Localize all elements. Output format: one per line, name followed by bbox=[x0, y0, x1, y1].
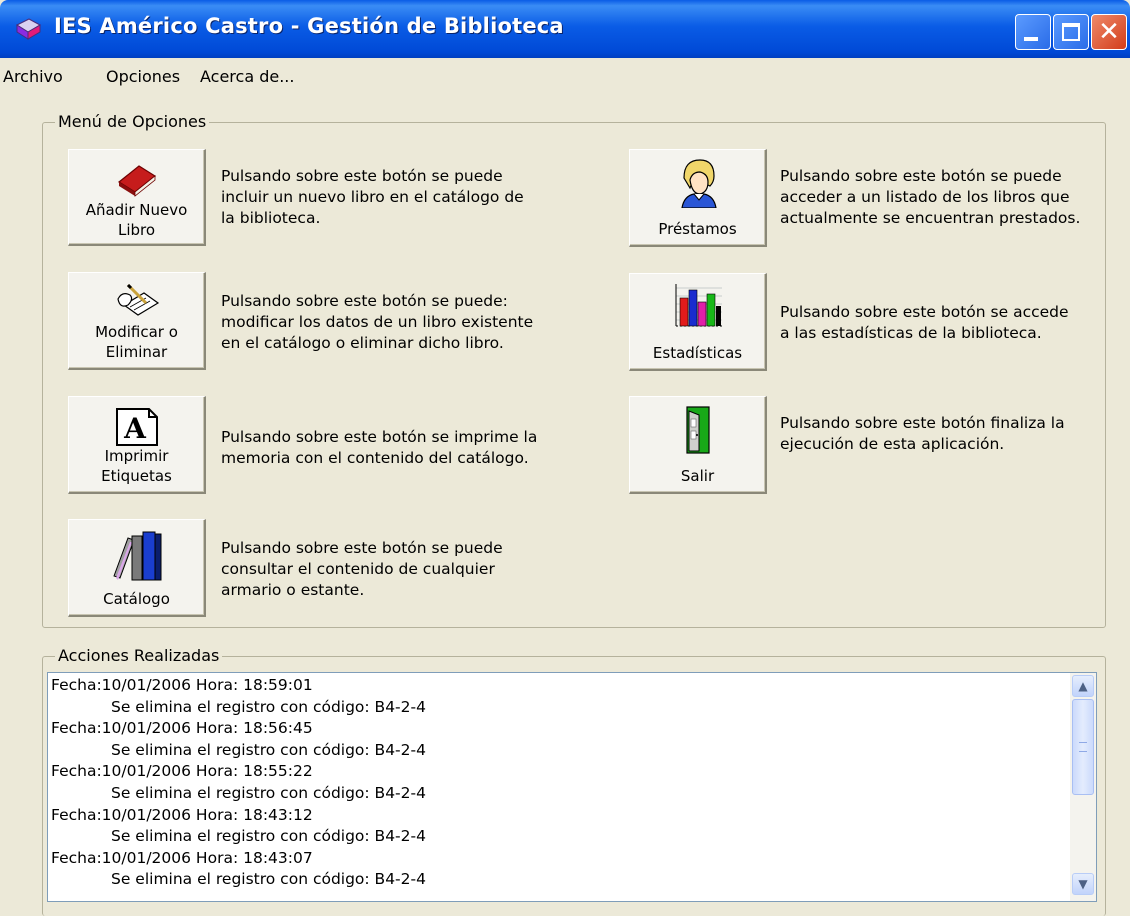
log-action-line: Se elimina el registro con código: B4-2-… bbox=[111, 870, 426, 889]
letter-a-page-icon: A bbox=[115, 408, 158, 446]
scroll-down-button[interactable]: ▼ bbox=[1072, 873, 1094, 895]
exit-desc-line: Pulsando sobre este botón finaliza la bbox=[780, 414, 1065, 432]
chevron-down-icon: ▼ bbox=[1078, 877, 1088, 891]
log-action-line: Se elimina el registro con código: B4-2-… bbox=[111, 697, 426, 716]
statistics-desc-line: a las estadísticas de la biblioteca. bbox=[780, 324, 1042, 342]
door-icon bbox=[685, 406, 710, 454]
loans-description: Pulsando sobre este botón se puede acced… bbox=[780, 166, 1106, 229]
log-action-line: Se elimina el registro con código: B4-2-… bbox=[111, 740, 426, 759]
add-book-button[interactable]: Añadir Nuevo Libro bbox=[68, 149, 206, 246]
modify-description: Pulsando sobre este botón se puede: modi… bbox=[221, 291, 561, 354]
exit-button[interactable]: Salir bbox=[629, 396, 767, 494]
catalog-description: Pulsando sobre este botón se puede consu… bbox=[221, 538, 561, 601]
statistics-desc-line: Pulsando sobre este botón se accede bbox=[780, 303, 1069, 321]
actions-group-title: Acciones Realizadas bbox=[55, 646, 223, 665]
minimize-icon bbox=[1024, 37, 1038, 41]
red-book-icon bbox=[117, 165, 156, 197]
loans-desc-line: acceder a un listado de los libros que bbox=[780, 188, 1070, 206]
catalog-button[interactable]: Catálogo bbox=[68, 519, 206, 617]
menu-opciones[interactable]: Opciones bbox=[106, 67, 180, 86]
title-bar[interactable]: IES Américo Castro - Gestión de Bibliote… bbox=[0, 0, 1130, 58]
window-title: IES Américo Castro - Gestión de Bibliote… bbox=[54, 14, 564, 38]
loans-label: Préstamos bbox=[658, 220, 737, 238]
page-letter: A bbox=[123, 412, 147, 445]
log-date-line: Fecha:10/01/2006 Hora: 18:55:22 bbox=[51, 762, 313, 781]
chevron-up-icon: ▲ bbox=[1078, 679, 1088, 693]
log-lines: Fecha:10/01/2006 Hora: 18:59:01 Se elimi… bbox=[51, 675, 426, 891]
print-labels-button[interactable]: A Imprimir Etiquetas bbox=[68, 396, 206, 494]
modify-label-line2: Eliminar bbox=[105, 343, 168, 361]
exit-desc-line: ejecución de esta aplicación. bbox=[780, 435, 1005, 453]
bar-chart-icon bbox=[675, 284, 722, 327]
options-group-title: Menú de Opciones bbox=[55, 112, 210, 131]
log-scrollbar[interactable]: ▲ ▼ bbox=[1070, 673, 1096, 901]
person-icon bbox=[680, 159, 717, 208]
add-book-desc-line: Pulsando sobre este botón se puede bbox=[221, 167, 503, 185]
exit-label: Salir bbox=[680, 467, 715, 485]
log-date-line: Fecha:10/01/2006 Hora: 18:56:45 bbox=[51, 719, 313, 738]
log-date-line: Fecha:10/01/2006 Hora: 18:43:07 bbox=[51, 848, 313, 867]
minimize-button[interactable] bbox=[1015, 14, 1051, 50]
print-description: Pulsando sobre este botón se imprime la … bbox=[221, 427, 561, 469]
menu-archivo[interactable]: Archivo bbox=[3, 67, 63, 86]
print-label-line1: Imprimir bbox=[104, 447, 169, 465]
log-action-line: Se elimina el registro con código: B4-2-… bbox=[111, 827, 426, 846]
menu-bar: Archivo Opciones Acerca de... bbox=[0, 58, 1130, 96]
maximize-button[interactable] bbox=[1053, 14, 1089, 50]
print-desc-line: Pulsando sobre este botón se imprime la bbox=[221, 428, 538, 446]
modify-desc-line: modificar los datos de un libro existent… bbox=[221, 313, 534, 331]
scroll-up-button[interactable]: ▲ bbox=[1072, 675, 1094, 697]
catalog-desc-line: consultar el contenido de cualquier bbox=[221, 560, 495, 578]
close-button[interactable]: ✕ bbox=[1091, 14, 1127, 50]
add-book-description: Pulsando sobre este botón se puede inclu… bbox=[221, 166, 561, 229]
modify-label-line1: Modificar o bbox=[95, 323, 178, 341]
catalog-desc-line: Pulsando sobre este botón se puede bbox=[221, 539, 503, 557]
exit-description: Pulsando sobre este botón finaliza la ej… bbox=[780, 413, 1106, 455]
print-label-line2: Etiquetas bbox=[101, 467, 172, 485]
add-book-label-line1: Añadir Nuevo bbox=[85, 201, 188, 219]
statistics-label: Estadísticas bbox=[652, 344, 743, 362]
scroll-thumb[interactable] bbox=[1072, 699, 1094, 795]
books-icon bbox=[112, 531, 161, 581]
log-date-line: Fecha:10/01/2006 Hora: 18:59:01 bbox=[51, 676, 313, 694]
loans-button[interactable]: Préstamos bbox=[629, 149, 767, 247]
modify-delete-button[interactable]: Modificar o Eliminar bbox=[68, 272, 206, 370]
catalog-label: Catálogo bbox=[103, 590, 170, 608]
statistics-button[interactable]: Estadísticas bbox=[629, 273, 767, 371]
loans-desc-line: actualmente se encuentran prestados. bbox=[780, 209, 1081, 227]
add-book-desc-line: incluir un nuevo libro en el catálogo de bbox=[221, 188, 524, 206]
log-action-line: Se elimina el registro con código: B4-2-… bbox=[111, 783, 426, 802]
loans-desc-line: Pulsando sobre este botón se puede bbox=[780, 167, 1062, 185]
log-date-line: Fecha:10/01/2006 Hora: 18:43:12 bbox=[51, 805, 313, 824]
close-icon: ✕ bbox=[1098, 17, 1120, 47]
writing-hand-icon bbox=[116, 283, 159, 316]
statistics-description: Pulsando sobre este botón se accede a la… bbox=[780, 302, 1106, 344]
book-app-icon bbox=[15, 18, 42, 40]
add-book-label-line2: Libro bbox=[117, 221, 156, 239]
menu-acerca-de[interactable]: Acerca de... bbox=[200, 67, 294, 86]
grip-icon bbox=[1079, 742, 1087, 752]
modify-desc-line: en el catálogo o eliminar dicho libro. bbox=[221, 334, 504, 352]
modify-desc-line: Pulsando sobre este botón se puede: bbox=[221, 292, 508, 310]
print-desc-line: memoria con el contenido del catálogo. bbox=[221, 449, 529, 467]
actions-log[interactable]: Fecha:10/01/2006 Hora: 18:59:01 Se elimi… bbox=[47, 672, 1097, 902]
add-book-desc-line: la biblioteca. bbox=[221, 209, 321, 227]
catalog-desc-line: armario o estante. bbox=[221, 581, 365, 599]
maximize-icon bbox=[1062, 23, 1080, 41]
